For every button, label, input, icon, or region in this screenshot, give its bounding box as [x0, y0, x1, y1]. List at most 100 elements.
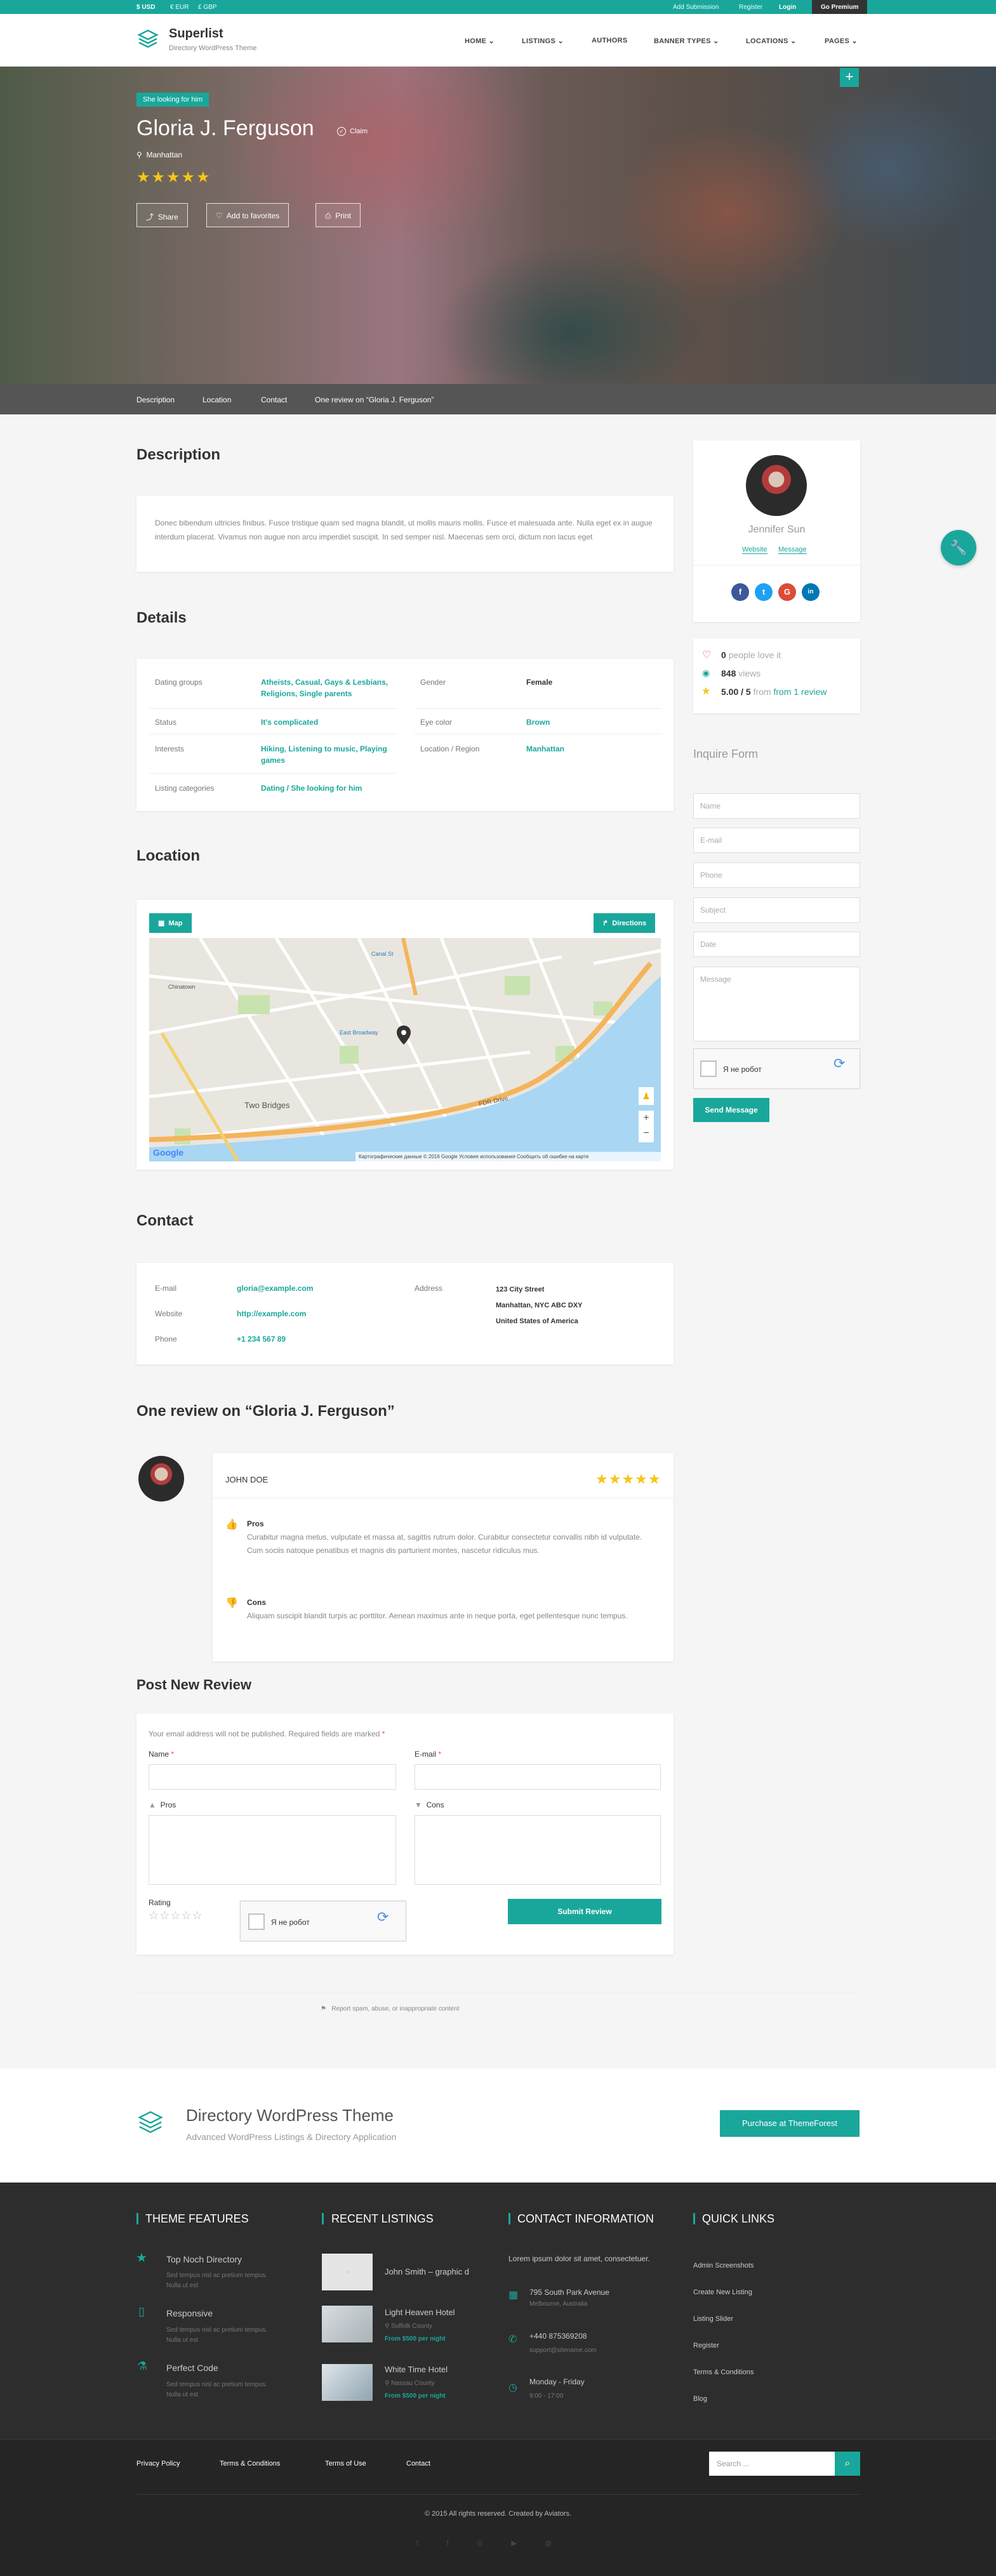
- zoom-in-button[interactable]: +: [639, 1111, 654, 1126]
- footer-link[interactable]: Admin Screenshots: [693, 2262, 754, 2269]
- nav-listings[interactable]: LISTINGS ⌄: [522, 37, 564, 45]
- purchase-button[interactable]: Purchase at ThemeForest: [720, 2110, 860, 2137]
- nav-pages[interactable]: PAGES ⌄: [825, 37, 858, 45]
- terms-of-use-link[interactable]: Terms of Use: [325, 2460, 366, 2467]
- zoom-controls[interactable]: + −: [639, 1111, 654, 1142]
- inquire-message-textarea[interactable]: Message: [693, 967, 860, 1041]
- review-email-input[interactable]: [415, 1764, 661, 1790]
- site-title[interactable]: Superlist: [169, 27, 223, 41]
- map-marker-icon[interactable]: [397, 1026, 411, 1045]
- footer-link[interactable]: Create New Listing: [693, 2289, 752, 2296]
- detail-label: Interests: [155, 744, 185, 753]
- nav-authors[interactable]: AUTHORS: [592, 37, 628, 44]
- nav-locations[interactable]: LOCATIONS ⌄: [746, 37, 797, 45]
- privacy-policy-link[interactable]: Privacy Policy: [136, 2460, 180, 2467]
- logo-icon[interactable]: [136, 28, 159, 51]
- instagram-icon[interactable]: ◎: [477, 2539, 511, 2547]
- cons-textarea[interactable]: [415, 1815, 661, 1885]
- terms-conditions-link[interactable]: Terms & Conditions: [220, 2460, 280, 2467]
- map-button[interactable]: ▦ Map: [149, 913, 192, 933]
- currency-gbp[interactable]: £ GBP: [198, 4, 216, 11]
- linkedin-icon[interactable]: in: [802, 583, 820, 601]
- claim-link[interactable]: ✓ Claim: [337, 127, 368, 136]
- wrench-icon[interactable]: 🔧: [941, 530, 976, 565]
- zoom-out-button[interactable]: −: [639, 1126, 654, 1141]
- print-button[interactable]: ⎙ Print: [315, 203, 361, 227]
- listing-thumb[interactable]: [322, 2306, 373, 2342]
- directions-button[interactable]: ↱ Directions: [594, 913, 656, 933]
- youtube-icon[interactable]: ▶: [511, 2539, 545, 2547]
- dribbble-icon[interactable]: ◍: [545, 2539, 579, 2547]
- recaptcha-checkbox[interactable]: [248, 1913, 265, 1930]
- footer-link[interactable]: Blog: [693, 2395, 707, 2403]
- detail-value[interactable]: Atheists, Casual, Gays & Lesbians, Relig…: [261, 677, 394, 699]
- pros-textarea[interactable]: [149, 1815, 396, 1885]
- rating-input-stars[interactable]: ☆☆☆☆☆: [149, 1909, 203, 1922]
- add-submission-link[interactable]: Add Submission: [673, 4, 719, 11]
- listing-thumb[interactable]: [322, 2364, 373, 2401]
- inquire-name-input[interactable]: Name: [693, 793, 860, 819]
- recent-listing-title[interactable]: White Time Hotel: [385, 2365, 448, 2374]
- twitter-icon[interactable]: t: [416, 2539, 446, 2547]
- subnav-location[interactable]: Location: [203, 395, 231, 404]
- twitter-icon[interactable]: t: [755, 583, 773, 601]
- detail-value[interactable]: Manhattan: [526, 743, 564, 755]
- search-icon[interactable]: ⌕: [835, 2452, 860, 2476]
- review-name-input[interactable]: [149, 1764, 396, 1790]
- contact-email[interactable]: gloria@example.com: [237, 1283, 313, 1294]
- recaptcha-widget[interactable]: Я не робот ⟳: [693, 1048, 860, 1089]
- review-card: JOHN DOE ★★★★★ 👍 Pros Curabitur magna me…: [213, 1453, 674, 1661]
- footer-links-title: QUICK LINKS: [702, 2212, 775, 2225]
- go-premium-button[interactable]: Go Premium: [812, 0, 868, 14]
- recaptcha-checkbox[interactable]: [700, 1060, 717, 1077]
- listing-thumb[interactable]: ▫: [322, 2254, 373, 2290]
- recent-listing-location: ⚲ Nassau County: [385, 2380, 435, 2387]
- plus-icon[interactable]: +: [840, 68, 859, 87]
- subnav-contact[interactable]: Contact: [261, 395, 287, 404]
- recaptcha-icon: ⟳: [833, 1055, 846, 1071]
- facebook-icon[interactable]: f: [731, 583, 749, 601]
- recent-listing-title[interactable]: Light Heaven Hotel: [385, 2308, 455, 2317]
- currency-usd[interactable]: $ USD: [136, 4, 155, 11]
- send-message-button[interactable]: Send Message: [693, 1098, 769, 1122]
- nav-banner-types[interactable]: BANNER TYPES ⌄: [654, 37, 719, 45]
- map-streets: Two Bridges FDR Drive East Broadway Chin…: [149, 938, 661, 1161]
- author-message-link[interactable]: Message: [778, 546, 807, 554]
- add-to-favorites-button[interactable]: ♡ Add to favorites: [206, 203, 289, 227]
- inquire-subject-input[interactable]: Subject: [693, 897, 860, 923]
- detail-value[interactable]: It's complicated: [261, 717, 318, 728]
- subnav-review[interactable]: One review on “Gloria J. Ferguson”: [315, 395, 434, 404]
- footer-link[interactable]: Terms & Conditions: [693, 2368, 754, 2376]
- recaptcha-widget[interactable]: Я не робот ⟳: [240, 1901, 406, 1941]
- footer-email[interactable]: support@sitename.com: [529, 2347, 597, 2354]
- footer-link[interactable]: Register: [693, 2342, 719, 2349]
- nav-home[interactable]: HOME ⌄: [465, 37, 495, 45]
- submit-review-button[interactable]: Submit Review: [508, 1899, 661, 1924]
- author-avatar[interactable]: [746, 455, 807, 516]
- footer-search-input[interactable]: Search ...: [709, 2452, 835, 2476]
- contact-website[interactable]: http://example.com: [237, 1308, 306, 1319]
- report-link[interactable]: ⚑ Report spam, abuse, or inappropriate c…: [321, 2005, 460, 2012]
- subnav-description[interactable]: Description: [136, 395, 175, 404]
- facebook-icon[interactable]: f: [446, 2539, 476, 2547]
- street-view-icon[interactable]: ♟: [639, 1087, 654, 1105]
- inquire-email-input[interactable]: E-mail: [693, 828, 860, 853]
- share-button[interactable]: ⤴ Share: [136, 203, 188, 227]
- feature-title: Responsive: [166, 2308, 213, 2318]
- detail-value[interactable]: Hiking, Listening to music, Playing game…: [261, 743, 394, 766]
- map[interactable]: Two Bridges FDR Drive East Broadway Chin…: [149, 938, 661, 1161]
- detail-value[interactable]: Brown: [526, 717, 550, 728]
- recent-listing-title[interactable]: John Smith – graphic d: [385, 2267, 469, 2276]
- login-link[interactable]: Login: [779, 4, 796, 11]
- google-plus-icon[interactable]: G: [778, 583, 796, 601]
- contact-link[interactable]: Contact: [406, 2460, 430, 2467]
- register-link[interactable]: Register: [739, 4, 762, 11]
- contact-phone[interactable]: +1 234 567 89: [237, 1333, 286, 1345]
- currency-eur[interactable]: € EUR: [170, 4, 189, 11]
- share-icon: ⤴: [146, 213, 154, 221]
- author-website-link[interactable]: Website: [742, 546, 767, 554]
- inquire-date-input[interactable]: Date: [693, 932, 860, 957]
- inquire-phone-input[interactable]: Phone: [693, 862, 860, 888]
- detail-value[interactable]: Dating / She looking for him: [261, 783, 362, 794]
- footer-link[interactable]: Listing Slider: [693, 2315, 733, 2323]
